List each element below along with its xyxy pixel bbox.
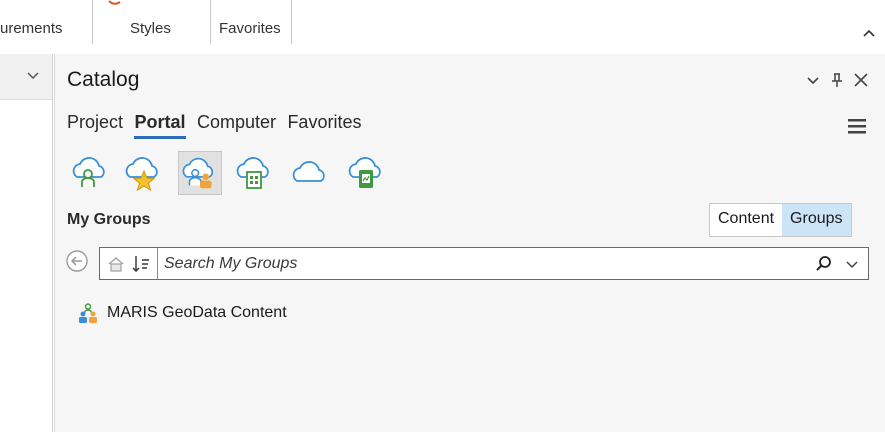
- ribbon-separator: [291, 0, 292, 44]
- content-toggle-button[interactable]: Content: [710, 204, 782, 236]
- tab-portal[interactable]: Portal: [134, 112, 186, 139]
- tab-favorites[interactable]: Favorites: [287, 112, 361, 139]
- chevron-down-icon[interactable]: [26, 68, 40, 82]
- home-icon[interactable]: [106, 254, 126, 274]
- ribbon-tool-icon: [108, 0, 121, 5]
- left-dock-pane: [0, 54, 53, 432]
- close-icon[interactable]: [851, 70, 871, 90]
- all-portal-cloud-icon: [292, 161, 325, 182]
- ribbon-group-favorites[interactable]: Favorites: [219, 20, 281, 37]
- search-input[interactable]: [164, 252, 724, 276]
- hamburger-menu-icon[interactable]: [846, 116, 868, 136]
- left-dock-header: [0, 54, 52, 100]
- living-atlas-cloud-icon: [348, 157, 381, 188]
- groups-toggle-button[interactable]: Groups: [782, 204, 851, 236]
- ribbon-group-measurements[interactable]: urements: [0, 20, 63, 37]
- my-organization-button[interactable]: [233, 151, 277, 195]
- pane-title: Catalog: [67, 68, 140, 91]
- my-favorites-button[interactable]: [122, 151, 166, 195]
- content-groups-toggle: Content Groups: [709, 203, 852, 237]
- chevron-down-icon[interactable]: [844, 256, 860, 272]
- my-organization-cloud-icon: [236, 157, 269, 189]
- group-icon: [79, 303, 97, 323]
- ribbon-separator: [210, 0, 211, 44]
- search-box: [99, 247, 869, 280]
- search-separator: [157, 248, 158, 279]
- my-content-button[interactable]: [67, 151, 111, 195]
- tab-project[interactable]: Project: [67, 112, 123, 139]
- sort-icon[interactable]: [130, 253, 152, 275]
- catalog-tabs: Project Portal Computer Favorites: [67, 112, 368, 142]
- back-arrow-icon[interactable]: [65, 249, 89, 273]
- search-icon[interactable]: [814, 254, 834, 274]
- collapse-ribbon-icon[interactable]: [860, 24, 878, 42]
- ribbon-group-styles[interactable]: Styles: [130, 20, 171, 37]
- tab-computer[interactable]: Computer: [197, 112, 276, 139]
- all-portal-button[interactable]: [289, 151, 333, 195]
- my-favorites-cloud-icon: [125, 157, 158, 192]
- pin-icon[interactable]: [827, 70, 847, 90]
- pane-options-chevron-icon[interactable]: [803, 70, 823, 90]
- section-label: My Groups: [67, 211, 151, 228]
- list-item-label: MARIS GeoData Content: [107, 304, 287, 321]
- my-content-cloud-icon: [72, 157, 105, 187]
- my-groups-cloud-icon: [182, 157, 214, 189]
- catalog-pane: Catalog Project Portal Computer Favorite…: [54, 54, 885, 432]
- ribbon-separator: [92, 0, 93, 44]
- living-atlas-button[interactable]: [345, 151, 389, 195]
- ribbon: urements Styles Favorites: [0, 0, 885, 48]
- my-groups-button[interactable]: [178, 151, 222, 195]
